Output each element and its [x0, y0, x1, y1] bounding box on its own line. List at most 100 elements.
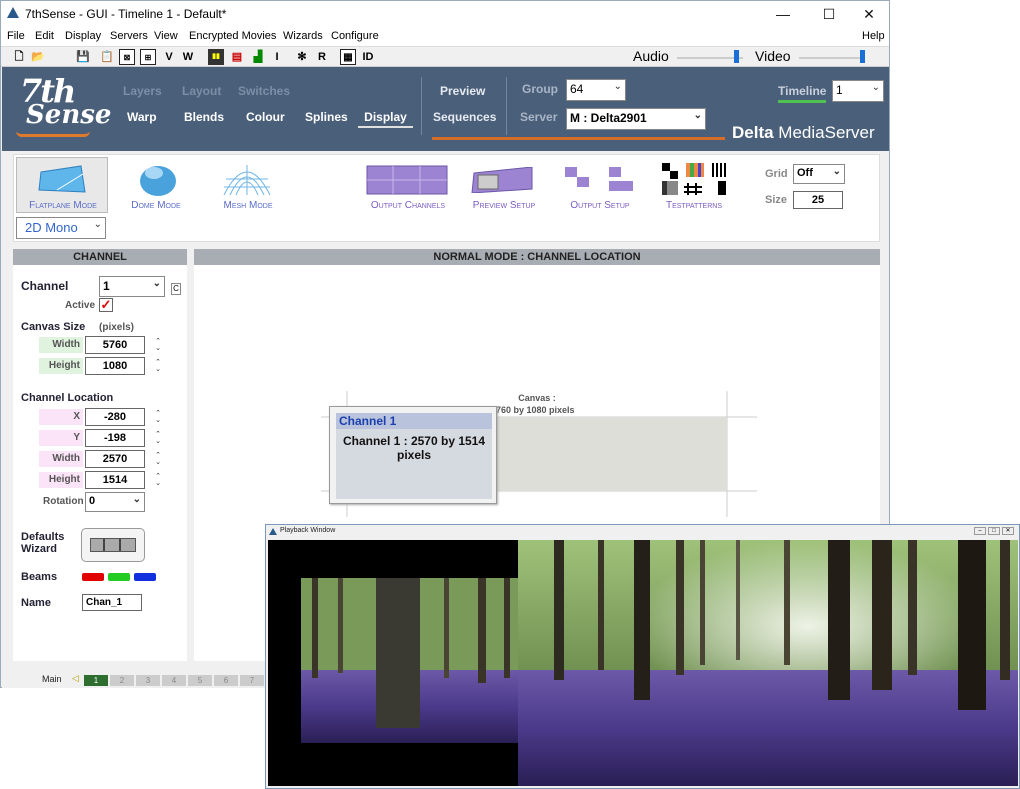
menu-file[interactable]: File: [7, 30, 25, 42]
defaults-label-line1: Defaults: [21, 531, 65, 543]
size-input[interactable]: 25: [793, 191, 843, 209]
preview-setup-label[interactable]: Preview Setup: [460, 200, 548, 211]
nav-sequences[interactable]: Sequences: [433, 110, 496, 124]
page-button-6[interactable]: 6: [214, 675, 238, 686]
beam-blue[interactable]: [134, 573, 156, 581]
menu-servers[interactable]: Servers: [110, 30, 148, 42]
canvas-width-spinner[interactable]: ⌃ ⌄: [153, 338, 163, 352]
rotation-select[interactable]: 0 ⌄: [85, 492, 145, 512]
close-button[interactable]: ✕: [849, 4, 889, 24]
output-channels-label[interactable]: Output Channels: [362, 200, 454, 211]
id-button[interactable]: ID: [359, 49, 377, 65]
page-button-2[interactable]: 2: [110, 675, 134, 686]
menu-wizards[interactable]: Wizards: [283, 30, 323, 42]
new-file-icon[interactable]: 🗋: [11, 49, 27, 65]
nav-preview[interactable]: Preview: [440, 84, 485, 98]
canvas-width-input[interactable]: 5760: [85, 336, 145, 354]
save-icon[interactable]: 💾: [75, 49, 91, 65]
brand-title: Delta MediaServer: [732, 123, 875, 143]
y-spinner[interactable]: ⌃ ⌄: [153, 431, 163, 445]
test-pattern-icon[interactable]: ▤: [229, 49, 245, 65]
audio-slider-thumb[interactable]: [734, 50, 740, 63]
testpatterns-icon[interactable]: [660, 161, 732, 197]
output-setup-icon[interactable]: [564, 165, 636, 197]
testpatterns-label[interactable]: Testpatterns: [652, 200, 736, 211]
channel-select[interactable]: 1 ⌄: [99, 276, 165, 297]
w-button[interactable]: W: [180, 49, 196, 65]
playback-close-button[interactable]: ✕: [1002, 527, 1014, 535]
nav-colour[interactable]: Colour: [246, 110, 285, 124]
location-height-input[interactable]: 1514: [85, 471, 145, 489]
stereo-mode-select[interactable]: 2D Mono ⌄: [16, 217, 106, 239]
arrow-left-icon[interactable]: ◁: [72, 673, 79, 684]
active-checkbox[interactable]: ✓: [99, 298, 113, 312]
page-button-7[interactable]: 7: [240, 675, 264, 686]
page-button-1[interactable]: 1: [84, 675, 108, 686]
stereo-mode-value: 2D Mono: [25, 220, 78, 235]
server-select[interactable]: M : Delta2901 ⌄: [566, 108, 706, 130]
x-input[interactable]: -280: [85, 408, 145, 426]
mesh-icon[interactable]: [222, 163, 272, 197]
flatplane-mode-button[interactable]: Flatplane Mode: [16, 157, 108, 213]
menu-edit[interactable]: Edit: [35, 30, 54, 42]
menu-encrypted-movies[interactable]: Encrypted Movies: [189, 30, 276, 42]
output-setup-label[interactable]: Output Setup: [554, 200, 646, 211]
video-slider-track[interactable]: [799, 57, 865, 59]
table-icon[interactable]: ▦: [340, 49, 356, 65]
v-button[interactable]: V: [161, 49, 177, 65]
menu-configure[interactable]: Configure: [331, 30, 379, 42]
dome-icon[interactable]: [138, 161, 178, 197]
nav-splines[interactable]: Splines: [305, 110, 348, 124]
header-band: 7th Sense Layers Layout Switches Warp Bl…: [2, 67, 889, 151]
minimize-button[interactable]: —: [763, 4, 803, 24]
playback-maximize-button[interactable]: □: [988, 527, 1000, 535]
fit-icon[interactable]: ⊠: [119, 49, 135, 65]
i-button[interactable]: I: [269, 49, 285, 65]
nav-blends[interactable]: Blends: [184, 110, 224, 124]
page-button-5[interactable]: 5: [188, 675, 212, 686]
r-button[interactable]: R: [314, 49, 330, 65]
open-folder-icon[interactable]: 📂: [30, 49, 46, 65]
nav-switches[interactable]: Switches: [238, 84, 290, 98]
x-spinner[interactable]: ⌃ ⌄: [153, 410, 163, 424]
name-input[interactable]: Chan_1: [82, 594, 142, 611]
menu-display[interactable]: Display: [65, 30, 101, 42]
asterisk-icon[interactable]: ✻: [294, 49, 310, 65]
page-button-3[interactable]: 3: [136, 675, 160, 686]
channel-c-button[interactable]: C: [171, 283, 181, 295]
beam-red[interactable]: [82, 573, 104, 581]
preview-setup-icon[interactable]: [470, 167, 534, 193]
canvas-size-unit: (pixels): [99, 322, 135, 333]
colour-bars-icon[interactable]: ▮▮: [208, 49, 224, 65]
playback-minimize-button[interactable]: –: [974, 527, 986, 535]
page-button-4[interactable]: 4: [162, 675, 186, 686]
output-channels-icon[interactable]: [366, 165, 448, 195]
location-width-spinner[interactable]: ⌃ ⌄: [153, 452, 163, 466]
timeline-select[interactable]: 1 ⌄: [832, 80, 884, 102]
nav-layout[interactable]: Layout: [182, 84, 221, 98]
menu-help[interactable]: Help: [862, 30, 885, 42]
location-width-input[interactable]: 2570: [85, 450, 145, 468]
location-height-spinner[interactable]: ⌃ ⌄: [153, 473, 163, 487]
maximize-button[interactable]: ☐: [809, 4, 849, 24]
dome-mode-label[interactable]: Dome Mode: [116, 200, 196, 211]
group-label: Group: [522, 82, 558, 96]
levels-icon[interactable]: ▟: [250, 49, 266, 65]
beam-green[interactable]: [108, 573, 130, 581]
group-select[interactable]: 64 ⌄: [566, 79, 626, 101]
audio-slider-track[interactable]: [677, 57, 743, 59]
mesh-mode-label[interactable]: Mesh Mode: [208, 200, 288, 211]
defaults-wizard-button[interactable]: [81, 528, 145, 562]
canvas-height-input[interactable]: 1080: [85, 357, 145, 375]
menu-view[interactable]: View: [154, 30, 178, 42]
grid-toggle-icon[interactable]: ⊞: [140, 49, 156, 65]
video-slider-thumb[interactable]: [859, 50, 865, 63]
clipboard-icon[interactable]: 📋: [99, 49, 115, 65]
nav-layers[interactable]: Layers: [123, 84, 162, 98]
nav-display[interactable]: Display: [358, 110, 413, 128]
grid-select[interactable]: Off ⌄: [793, 164, 845, 184]
y-input[interactable]: -198: [85, 429, 145, 447]
video-label: Video: [755, 48, 791, 64]
nav-warp[interactable]: Warp: [127, 110, 157, 124]
canvas-height-spinner[interactable]: ⌃ ⌄: [153, 359, 163, 373]
